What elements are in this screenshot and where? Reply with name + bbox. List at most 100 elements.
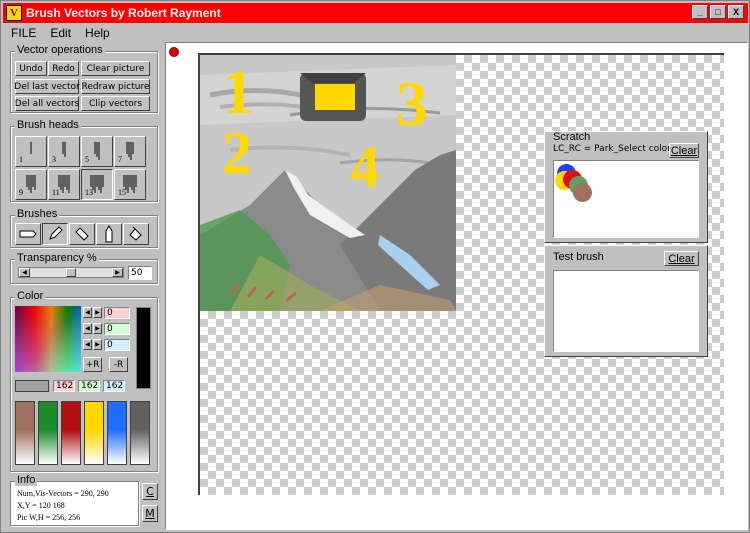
brush-head-size: 9 [19,188,23,197]
brush-head-3-button[interactable]: 3 [48,136,80,167]
scratch-color-dot[interactable] [573,183,592,202]
transparency-value[interactable]: 50 [128,266,152,280]
info-group: Info Num,Vis-Vectors = 290, 290 X,Y = 12… [10,474,139,526]
transparency-group: Transparency % ◀ ▶ 50 [10,252,158,284]
vector-operations-title: Vector operations [15,44,105,56]
pencil-brush-icon [49,226,63,240]
brush-head-11-button[interactable]: 11 [48,169,80,200]
color-swatch[interactable] [61,401,81,465]
menu-edit[interactable]: Edit [50,26,71,40]
brush-head-15-button[interactable]: 15 [114,169,146,200]
color-swatch[interactable] [107,401,127,465]
g-decrease-icon[interactable]: ◀ [83,323,92,334]
scratch-area[interactable] [553,160,699,238]
clear-picture-button[interactable]: Clear picture [81,61,150,76]
painting-label-1: 1 [222,56,254,127]
g-increase-icon[interactable]: ▶ [93,323,102,334]
pencil-brush-button[interactable] [42,223,68,245]
canvas-area: 1 2 3 4 Scratch LC_RC = Park_Select colo… [165,42,748,530]
painting-label-3: 3 [396,68,428,139]
brush-head-1-button[interactable]: 1 [15,136,47,167]
scratch-hint: LC_RC = Park_Select color [553,144,671,154]
plus-r-button[interactable]: +R [83,357,102,372]
info-title: Info [15,474,38,486]
app-window: V Brush Vectors by Robert Rayment _ □ X … [0,0,750,533]
sample-blue-value: 162 [103,380,125,392]
eraser-brush-button[interactable] [69,223,95,245]
color-swatch[interactable] [38,401,58,465]
brush-head-size: 11 [52,188,60,197]
scratch-clear-button[interactable]: Clear [669,143,699,158]
brush-head-size: 13 [85,188,93,197]
del-last-vector-button[interactable]: Del last vector [14,79,80,94]
vector-operations-group: Vector operations Undo Redo Clear pictur… [10,44,158,113]
green-value[interactable]: 0 [104,323,130,335]
fill-brush-button[interactable] [123,223,149,245]
blue-value[interactable]: 0 [104,339,130,351]
brush-head-7-button[interactable]: 7 [114,136,146,167]
brush-head-icon [26,175,36,193]
sample-green-value: 162 [78,380,100,392]
color-title: Color [15,290,46,302]
redraw-picture-button[interactable]: Redraw picture [81,79,150,94]
brush-head-size: 5 [85,155,89,164]
r-decrease-icon[interactable]: ◀ [83,307,92,318]
r-increase-icon[interactable]: ▶ [93,307,102,318]
flat-brush-icon [19,230,37,238]
drawing-canvas[interactable]: 1 2 3 4 Scratch LC_RC = Park_Select colo… [198,53,724,495]
brush-head-icon [62,142,66,157]
maximize-button[interactable]: □ [710,5,726,19]
brush-head-size: 15 [118,188,126,197]
gray-sample-swatch [15,380,49,392]
del-all-vectors-button[interactable]: Del all vectors [15,96,79,111]
c-button[interactable]: C [142,483,158,500]
color-picker[interactable] [15,306,81,372]
clip-vectors-button[interactable]: Clip vectors [81,96,150,111]
menu-file[interactable]: FILE [11,26,36,40]
app-logo-icon: V [6,5,22,21]
transparency-title: Transparency % [15,252,99,264]
menu-help[interactable]: Help [85,26,110,40]
minimize-button[interactable]: _ [692,5,708,19]
close-button[interactable]: X [728,5,744,19]
info-vectors: Num,Vis-Vectors = 290, 290 [17,489,109,498]
slider-left-arrow-icon[interactable]: ◀ [19,268,30,277]
brush-head-icon [94,142,100,160]
undo-button[interactable]: Undo [15,61,47,76]
brushes-group: Brushes [10,208,158,248]
scratch-panel: Scratch LC_RC = Park_Select color Clear [544,131,708,243]
brush-head-size: 3 [52,155,56,164]
redo-button[interactable]: Redo [48,61,79,76]
minus-r-button[interactable]: -R [109,357,128,372]
b-increase-icon[interactable]: ▶ [93,339,102,350]
slider-right-arrow-icon[interactable]: ▶ [112,268,123,277]
color-swatch[interactable] [130,401,150,465]
brush-head-5-button[interactable]: 5 [81,136,113,167]
upright-brush-icon [105,225,113,243]
upright-brush-button[interactable] [96,223,122,245]
brush-head-size: 1 [19,155,23,164]
brush-head-9-button[interactable]: 9 [15,169,47,200]
flat-brush-button[interactable] [15,223,41,245]
painting-image: 1 2 3 4 [200,55,456,311]
info-pic-size: Pic W,H = 256, 256 [17,513,81,522]
m-button[interactable]: M [142,505,158,522]
test-brush-area[interactable] [553,270,699,352]
info-xy: X,Y = 120 168 [17,501,65,510]
brush-heads-title: Brush heads [15,119,81,131]
title-bar: V Brush Vectors by Robert Rayment _ □ X [3,3,748,23]
color-group: Color ◀ ▶ 0 ◀ ▶ 0 ◀ ▶ 0 +R -R 162 162 16… [10,290,158,472]
brush-head-13-button[interactable]: 13 [81,169,113,200]
color-swatch[interactable] [15,401,35,465]
fill-brush-icon [129,226,142,241]
test-brush-panel: Test brush Clear [544,245,708,357]
transparency-slider[interactable]: ◀ ▶ [18,267,124,278]
brush-heads-group: Brush heads 1 3 5 7 9 11 13 15 [10,119,158,202]
slider-thumb[interactable] [66,268,76,277]
painting-label-2: 2 [222,120,252,186]
scratch-title: Scratch [553,131,591,143]
test-brush-clear-button[interactable]: Clear [664,251,699,266]
color-swatch[interactable] [84,401,104,465]
red-value[interactable]: 0 [104,307,130,319]
b-decrease-icon[interactable]: ◀ [83,339,92,350]
